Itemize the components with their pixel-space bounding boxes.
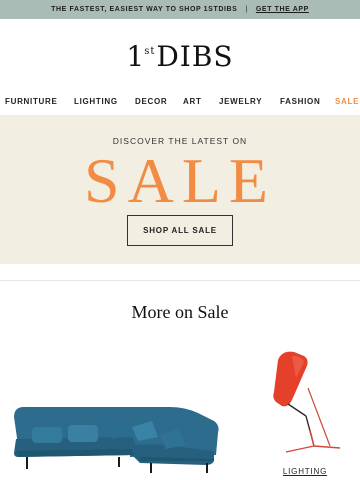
category-nav: FURNITURE LIGHTING DECOR ART JEWELRY FAS… xyxy=(0,92,360,110)
nav-item-decor[interactable]: DECOR xyxy=(135,97,167,106)
hero-headline: SALE xyxy=(84,145,276,216)
nav-item-sale[interactable]: SALE xyxy=(335,97,359,106)
logo-name: DIBS xyxy=(156,40,234,73)
shop-all-sale-button[interactable]: SHOP ALL SALE xyxy=(127,215,233,246)
logo-prefix: 1 xyxy=(126,40,146,73)
nav-item-furniture[interactable]: FURNITURE xyxy=(5,97,58,106)
lighting-category-link[interactable]: LIGHTING xyxy=(275,467,335,476)
promo-tagline: THE FASTEST, EASIEST WAY TO SHOP 1STDIBS xyxy=(51,6,238,13)
section-divider xyxy=(0,280,360,281)
sale-hero: DISCOVER THE LATEST ON SALE SHOP ALL SAL… xyxy=(0,115,360,264)
nav-item-jewelry[interactable]: JEWELRY xyxy=(219,97,262,106)
nav-item-lighting[interactable]: LIGHTING xyxy=(74,97,118,106)
sofa-image[interactable] xyxy=(10,395,222,477)
nav-item-fashion[interactable]: FASHION xyxy=(280,97,320,106)
logo-superscript: st xyxy=(144,46,156,57)
promo-separator: | xyxy=(245,6,248,13)
site-logo[interactable]: 1stDIBS xyxy=(0,40,360,73)
lamp-image[interactable] xyxy=(270,348,344,458)
section-title: More on Sale xyxy=(131,302,229,322)
promo-banner: THE FASTEST, EASIEST WAY TO SHOP 1STDIBS… xyxy=(0,0,360,19)
get-app-link[interactable]: GET THE APP xyxy=(256,6,309,13)
nav-item-art[interactable]: ART xyxy=(183,97,202,106)
